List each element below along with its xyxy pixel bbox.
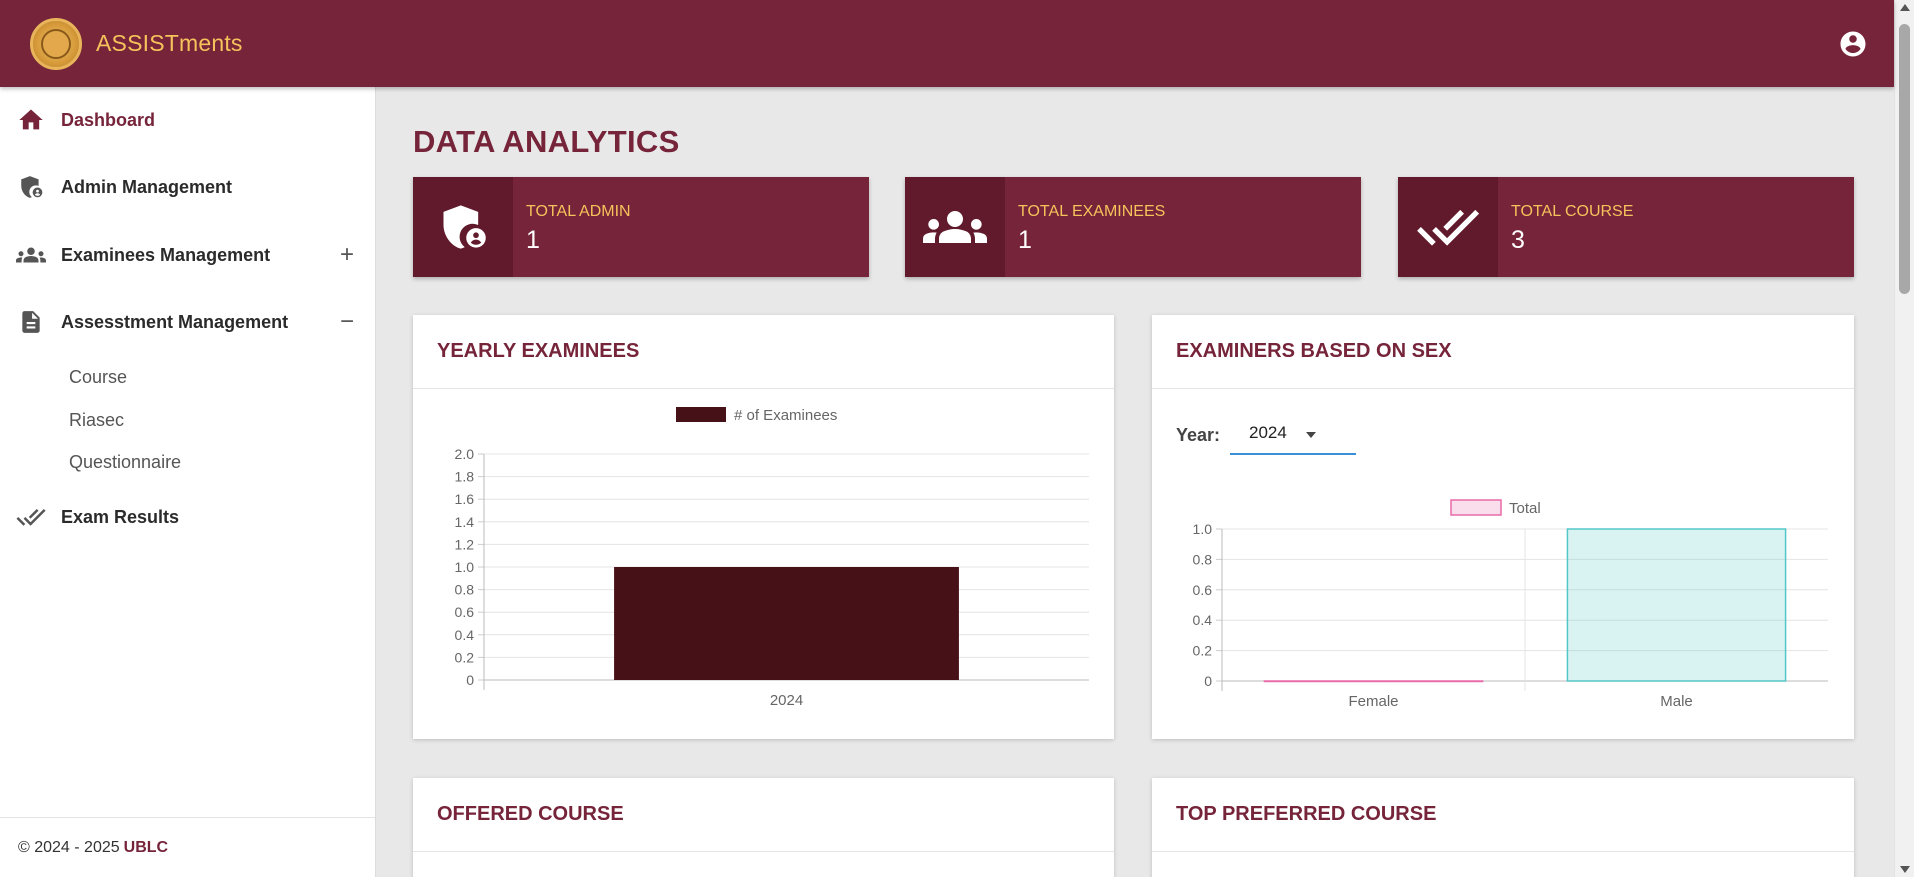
sidebar-subitem-riasec[interactable]: Riasec — [69, 410, 124, 431]
x-tick-label: 2024 — [770, 692, 803, 709]
sidebar-item-label: Examinees Management — [61, 244, 271, 265]
year-select[interactable]: 2024 — [1230, 411, 1356, 455]
y-tick-label: 0.6 — [455, 604, 475, 620]
group-icon — [16, 240, 46, 270]
y-tick-label: 0.4 — [1193, 612, 1213, 628]
y-tick-label: 0 — [1204, 673, 1212, 689]
card-title: TOP PREFERRED COURSE — [1152, 778, 1854, 852]
examiners-by-sex-chart: 0 0.2 0.4 0.6 0.8 1.0 Female Male Total — [1193, 499, 1828, 710]
group-icon — [905, 177, 1005, 277]
stat-label: TOTAL ADMIN — [526, 203, 631, 220]
y-tick-label: 1.4 — [455, 514, 475, 530]
top-preferred-course-card: TOP PREFERRED COURSE — [1152, 778, 1854, 877]
card-title: OFFERED COURSE — [413, 778, 1114, 852]
legend-label: # of Examinees — [734, 407, 837, 424]
year-select-value: 2024 — [1249, 423, 1287, 442]
bar — [1566, 528, 1787, 682]
y-tick-label: 1.8 — [455, 469, 475, 485]
brand-name[interactable]: ASSISTments — [96, 30, 243, 57]
y-tick-label: 1.0 — [455, 559, 475, 575]
x-tick-label: Male — [1660, 693, 1693, 710]
y-tick-label: 1.6 — [455, 491, 475, 507]
sidebar-item-dashboard[interactable]: Dashboard — [0, 92, 376, 148]
examiners-by-sex-card: EXAMINERS BASED ON SEX Year: 2024 0 0.2 0.… — [1152, 315, 1854, 739]
sidebar: Dashboard Admin Management Examinees Man… — [0, 87, 376, 877]
y-tick-label: 0.8 — [1193, 551, 1213, 567]
sidebar-item-label: Dashboard — [61, 109, 156, 130]
scroll-down-arrow-icon[interactable] — [1900, 866, 1910, 873]
sidebar-item-label: Assesstment Management — [61, 311, 289, 332]
document-icon — [16, 307, 46, 337]
card-title: YEARLY EXAMINEES — [413, 315, 1114, 389]
y-tick-label: 0.8 — [455, 582, 475, 598]
sidebar-item-label: Exam Results — [61, 506, 180, 527]
sidebar-footer: © 2024 - 2025 UBLC — [0, 817, 375, 877]
legend-label: Total — [1509, 500, 1541, 517]
bar — [1263, 680, 1484, 683]
sidebar-subitem-questionnaire[interactable]: Questionnaire — [69, 452, 181, 473]
y-tick-label: 1.2 — [455, 536, 475, 552]
y-tick-label: 0.4 — [455, 627, 475, 643]
stat-value: 1 — [526, 226, 540, 254]
yearly-examinees-card: YEARLY EXAMINEES 0 0.2 0.4 0.6 0.8 1.0 1.2 1.4 1… — [413, 315, 1114, 739]
chevron-down-icon — [1306, 432, 1316, 438]
stat-card-total-course: TOTAL COURSE 3 — [1398, 177, 1854, 277]
sidebar-subitem-course[interactable]: Course — [69, 367, 127, 388]
y-tick-label: 2.0 — [455, 446, 475, 462]
sidebar-item-examinees-management[interactable]: Examinees Management + — [0, 227, 376, 283]
y-tick-label: 1.0 — [1193, 521, 1213, 537]
sidebar-item-assessment-management[interactable]: Assesstment Management − — [0, 294, 376, 350]
bar — [614, 567, 959, 680]
stat-value: 3 — [1511, 226, 1525, 254]
offered-course-card: OFFERED COURSE — [413, 778, 1114, 877]
scrollbar-thumb[interactable] — [1899, 24, 1910, 294]
double-check-icon — [1398, 177, 1498, 277]
admin-shield-icon — [413, 177, 513, 277]
copyright-text: © 2024 - 2025 — [18, 838, 120, 856]
seal-logo-icon[interactable] — [30, 17, 82, 70]
expand-toggle[interactable]: + — [340, 241, 354, 269]
stat-card-total-examinees: TOTAL EXAMINEES 1 — [905, 177, 1361, 277]
y-tick-label: 0.2 — [1193, 643, 1213, 659]
y-tick-label: 0.2 — [455, 649, 475, 665]
x-tick-label: Female — [1348, 693, 1398, 710]
y-tick-label: 0.6 — [1193, 582, 1213, 598]
scroll-up-arrow-icon[interactable] — [1900, 4, 1910, 11]
y-tick-label: 0 — [466, 672, 474, 688]
card-title: EXAMINERS BASED ON SEX — [1152, 315, 1854, 389]
year-filter-label: Year: — [1176, 425, 1221, 445]
home-icon — [16, 105, 46, 135]
account-circle-icon[interactable] — [1838, 29, 1868, 59]
legend-swatch — [676, 407, 726, 422]
top-app-bar: ASSISTments — [0, 0, 1894, 87]
page-title: DATA ANALYTICS — [413, 124, 680, 159]
org-name: UBLC — [123, 838, 169, 856]
legend-swatch — [1450, 499, 1502, 516]
stat-label: TOTAL EXAMINEES — [1018, 203, 1166, 220]
stat-value: 1 — [1018, 226, 1032, 254]
sidebar-item-label: Admin Management — [61, 176, 233, 197]
sidebar-item-admin-management[interactable]: Admin Management — [0, 159, 376, 215]
sidebar-item-exam-results[interactable]: Exam Results — [0, 489, 376, 545]
double-check-icon — [16, 502, 46, 532]
stat-card-total-admin: TOTAL ADMIN 1 — [413, 177, 869, 277]
vertical-scrollbar[interactable] — [1894, 0, 1914, 877]
admin-shield-icon — [16, 172, 46, 202]
collapse-toggle[interactable]: − — [340, 308, 354, 336]
yearly-examinees-chart: 0 0.2 0.4 0.6 0.8 1.0 1.2 1.4 1.6 1.8 2.0 2024 # of … — [455, 407, 1089, 709]
stat-label: TOTAL COURSE — [1511, 203, 1634, 220]
